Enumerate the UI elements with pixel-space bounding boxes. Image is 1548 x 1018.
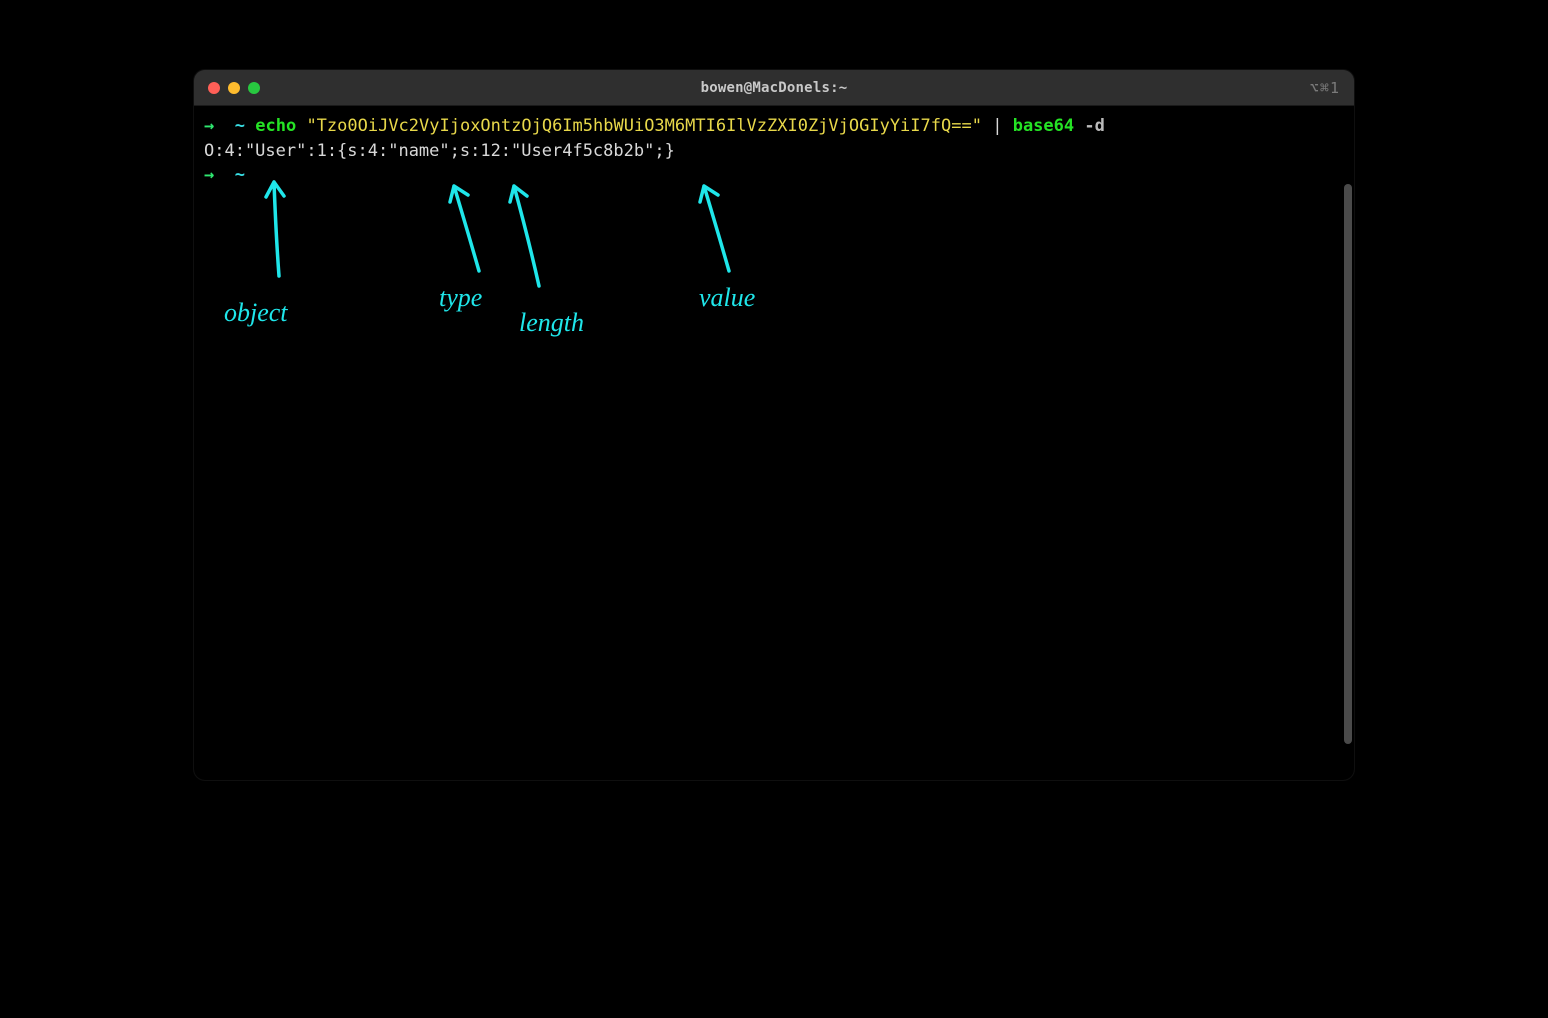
prompt-arrow-icon: → [204, 165, 214, 185]
annotation-label: type [439, 283, 482, 312]
maximize-icon[interactable] [248, 82, 260, 94]
handwritten-annotations: object type length value [194, 106, 1354, 780]
annotation-label: object [224, 298, 288, 327]
traffic-lights [194, 82, 260, 94]
terminal-body[interactable]: → ~ echo "Tzo0OiJVc2VyIjoxOntzOjQ6Im5hbW… [194, 106, 1354, 780]
output-text: O:4:"User":1:{s:4:"name";s:12:"User4f5c8… [204, 141, 675, 161]
terminal-line: → ~ echo "Tzo0OiJVc2VyIjoxOntzOjQ6Im5hbW… [204, 114, 1344, 139]
terminal-line: → ~ [204, 163, 1344, 188]
close-icon[interactable] [208, 82, 220, 94]
command-echo: echo [255, 116, 296, 136]
scrollbar-thumb[interactable] [1344, 184, 1352, 744]
minimize-icon[interactable] [228, 82, 240, 94]
command-base64: base64 [1013, 116, 1074, 136]
command-string-arg: "Tzo0OiJVc2VyIjoxOntzOjQ6Im5hbWUiO3M6MTI… [306, 116, 982, 136]
command-flag: -d [1084, 116, 1104, 136]
annotation-label: length [519, 308, 584, 337]
annotation-length: length [510, 186, 584, 337]
prompt-cwd: ~ [235, 165, 245, 185]
prompt-cwd: ~ [235, 116, 245, 136]
prompt-arrow-icon: → [204, 116, 214, 136]
annotation-object: object [224, 182, 288, 327]
annotation-label: value [699, 283, 755, 312]
window-title: bowen@MacDonels:~ [194, 80, 1354, 96]
terminal-window: bowen@MacDonels:~ ⌥⌘1 → ~ echo "Tzo0OiJV… [194, 70, 1354, 780]
tab-shortcut-hint: ⌥⌘1 [1310, 79, 1340, 97]
annotation-value: value [699, 186, 755, 312]
scrollbar[interactable] [1340, 108, 1354, 778]
titlebar[interactable]: bowen@MacDonels:~ ⌥⌘1 [194, 70, 1354, 106]
terminal-output: O:4:"User":1:{s:4:"name";s:12:"User4f5c8… [204, 139, 1344, 164]
annotation-type: type [439, 186, 482, 312]
pipe-symbol: | [992, 116, 1002, 136]
